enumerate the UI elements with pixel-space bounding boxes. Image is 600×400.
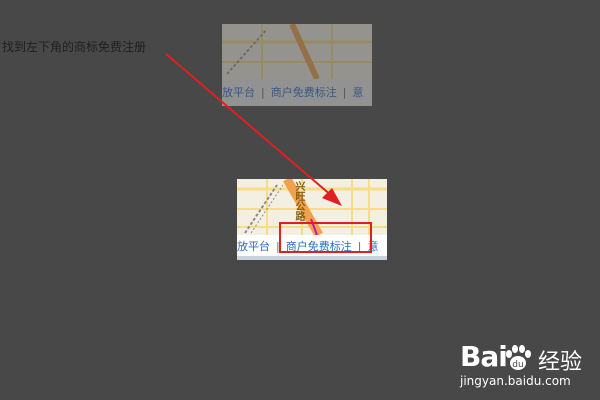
- watermark-cn: 经验: [538, 350, 583, 375]
- baidu-jingyan-watermark: Bai du 经验 jingyan.baidu.com: [460, 340, 595, 390]
- watermark-logo: Bai: [460, 340, 508, 373]
- watermark-url: jingyan.baidu.com: [460, 374, 571, 388]
- watermark-logo-suffix: du: [512, 360, 523, 370]
- paw-icon: du: [506, 345, 531, 370]
